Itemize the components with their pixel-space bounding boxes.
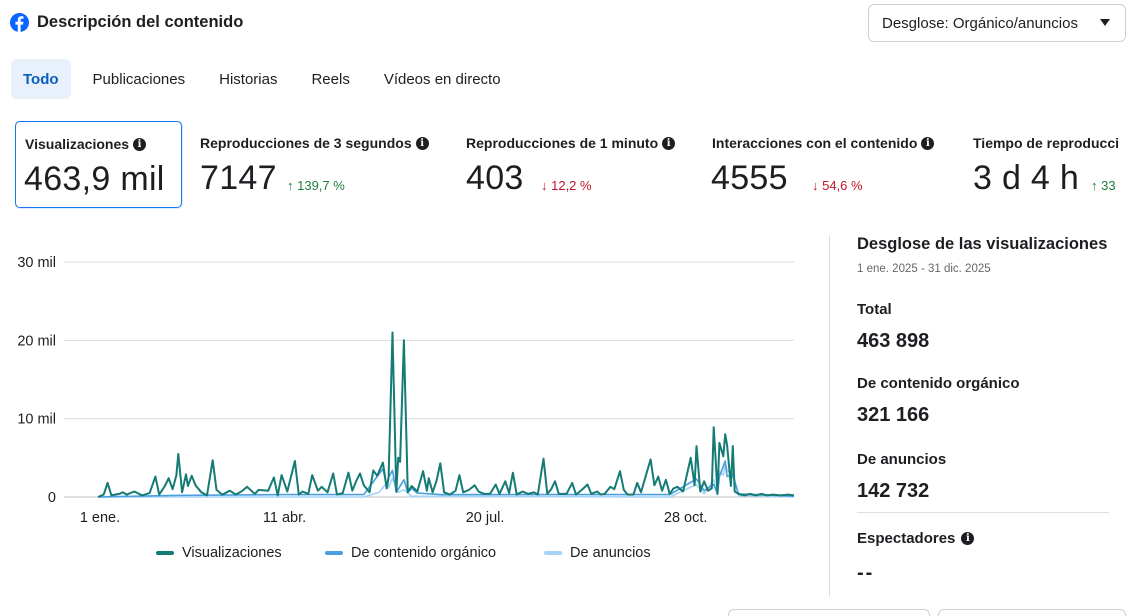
metric-card-reproducciones-3s[interactable]: Reproducciones de 3 segundos i 7147 ↑ 13… (195, 121, 455, 208)
organic-value: 321 166 (857, 404, 930, 426)
metric-value: 4555 (711, 159, 788, 197)
metric-label: Reproducciones de 1 minuto (466, 135, 659, 151)
metric-label: Reproducciones de 3 segundos (200, 135, 412, 151)
viewers-value: -- (857, 562, 875, 584)
legend-swatch (544, 551, 562, 555)
metric-delta: ↓ 54,6 % (812, 178, 863, 193)
legend-item-visualizaciones[interactable]: Visualizaciones (156, 545, 282, 561)
y-tick-label: 0 (48, 490, 56, 506)
metric-value: 3 d 4 h (973, 159, 1080, 197)
tab-publicaciones[interactable]: Publicaciones (81, 59, 198, 99)
caret-down-icon (1100, 19, 1110, 26)
page-header: Descripción del contenido (10, 8, 243, 36)
legend-item-organico[interactable]: De contenido orgánico (325, 545, 496, 561)
series-line-0[interactable] (97, 331, 795, 498)
views-breakdown-panel: Desglose de las visualizaciones 1 ene. 2… (857, 235, 1127, 275)
panel-divider (829, 235, 830, 597)
metric-card-visualizaciones[interactable]: Visualizaciones i 463,9 mil (15, 121, 182, 208)
legend-label: Visualizaciones (182, 545, 282, 561)
metric-card-interacciones[interactable]: Interacciones con el contenido i 4555 ↓ … (705, 121, 965, 208)
info-icon[interactable]: i (133, 137, 147, 151)
metric-label: Visualizaciones (25, 136, 130, 152)
legend-swatch (156, 551, 174, 555)
page-title: Descripción del contenido (37, 12, 244, 31)
ads-label: De anuncios (857, 451, 947, 468)
content-type-tabs: Todo Publicaciones Historias Reels Vídeo… (11, 59, 523, 99)
viewers-label: Espectadores (857, 530, 956, 547)
viewers-label-row: Espectadores i (857, 530, 975, 547)
legend-label: De anuncios (570, 545, 651, 561)
bottom-button-right[interactable] (938, 609, 1126, 616)
tab-reels[interactable]: Reels (299, 59, 361, 99)
legend-item-anuncios[interactable]: De anuncios (544, 545, 651, 561)
breakdown-dropdown-label: Desglose: Orgánico/anuncios (882, 14, 1078, 32)
total-label: Total (857, 301, 892, 318)
breakdown-dropdown[interactable]: Desglose: Orgánico/anuncios (868, 4, 1126, 42)
views-line-chart: 30 mil 20 mil 10 mil 0 1 ene. 11 abr. 20 jul. 2… (17, 255, 795, 526)
legend-label: De contenido orgánico (351, 545, 497, 561)
metric-label: Tiempo de reproducci (973, 135, 1119, 151)
panel-separator (857, 512, 1109, 513)
metric-label: Interacciones con el contenido (712, 135, 918, 151)
tab-videos-en-directo[interactable]: Vídeos en directo (372, 59, 513, 99)
panel-date-range: 1 ene. 2025 - 31 dic. 2025 (857, 263, 991, 275)
metric-delta: ↓ 12,2 % (541, 178, 592, 193)
tab-todo[interactable]: Todo (11, 59, 71, 99)
tab-historias[interactable]: Historias (207, 59, 289, 99)
panel-title: Desglose de las visualizaciones (857, 235, 1108, 253)
ads-value: 142 732 (857, 480, 930, 502)
metrics-row: Visualizaciones i 463,9 mil Reproduccion… (15, 121, 1147, 209)
organic-label: De contenido orgánico (857, 375, 1020, 392)
x-tick-label: 28 oct. (664, 510, 708, 526)
metric-card-reproducciones-1min[interactable]: Reproducciones de 1 minuto i 403 ↓ 12,2 … (460, 121, 700, 208)
legend-swatch (325, 551, 343, 555)
x-tick-label: 20 jul. (466, 510, 505, 526)
info-icon[interactable]: i (415, 136, 429, 150)
total-value: 463 898 (857, 330, 930, 352)
info-icon[interactable]: i (662, 136, 676, 150)
y-tick-label: 10 mil (17, 412, 56, 428)
metric-value: 7147 (200, 159, 277, 197)
x-tick-label: 11 abr. (263, 510, 306, 526)
metric-delta: ↑ 33 (1091, 178, 1116, 193)
bottom-button-left[interactable] (728, 609, 930, 616)
info-icon[interactable]: i (961, 532, 975, 545)
metric-value: 463,9 mil (24, 160, 165, 198)
metric-card-tiempo-reproduccion[interactable]: Tiempo de reproducci 3 d 4 h ↑ 33 (967, 121, 1147, 208)
info-icon[interactable]: i (921, 136, 935, 150)
y-tick-label: 30 mil (17, 255, 56, 271)
metric-value: 403 (466, 159, 524, 197)
metric-delta: ↑ 139,7 % (287, 178, 345, 193)
y-tick-label: 20 mil (17, 333, 56, 349)
x-tick-label: 1 ene. (80, 510, 120, 526)
facebook-icon (10, 12, 29, 32)
